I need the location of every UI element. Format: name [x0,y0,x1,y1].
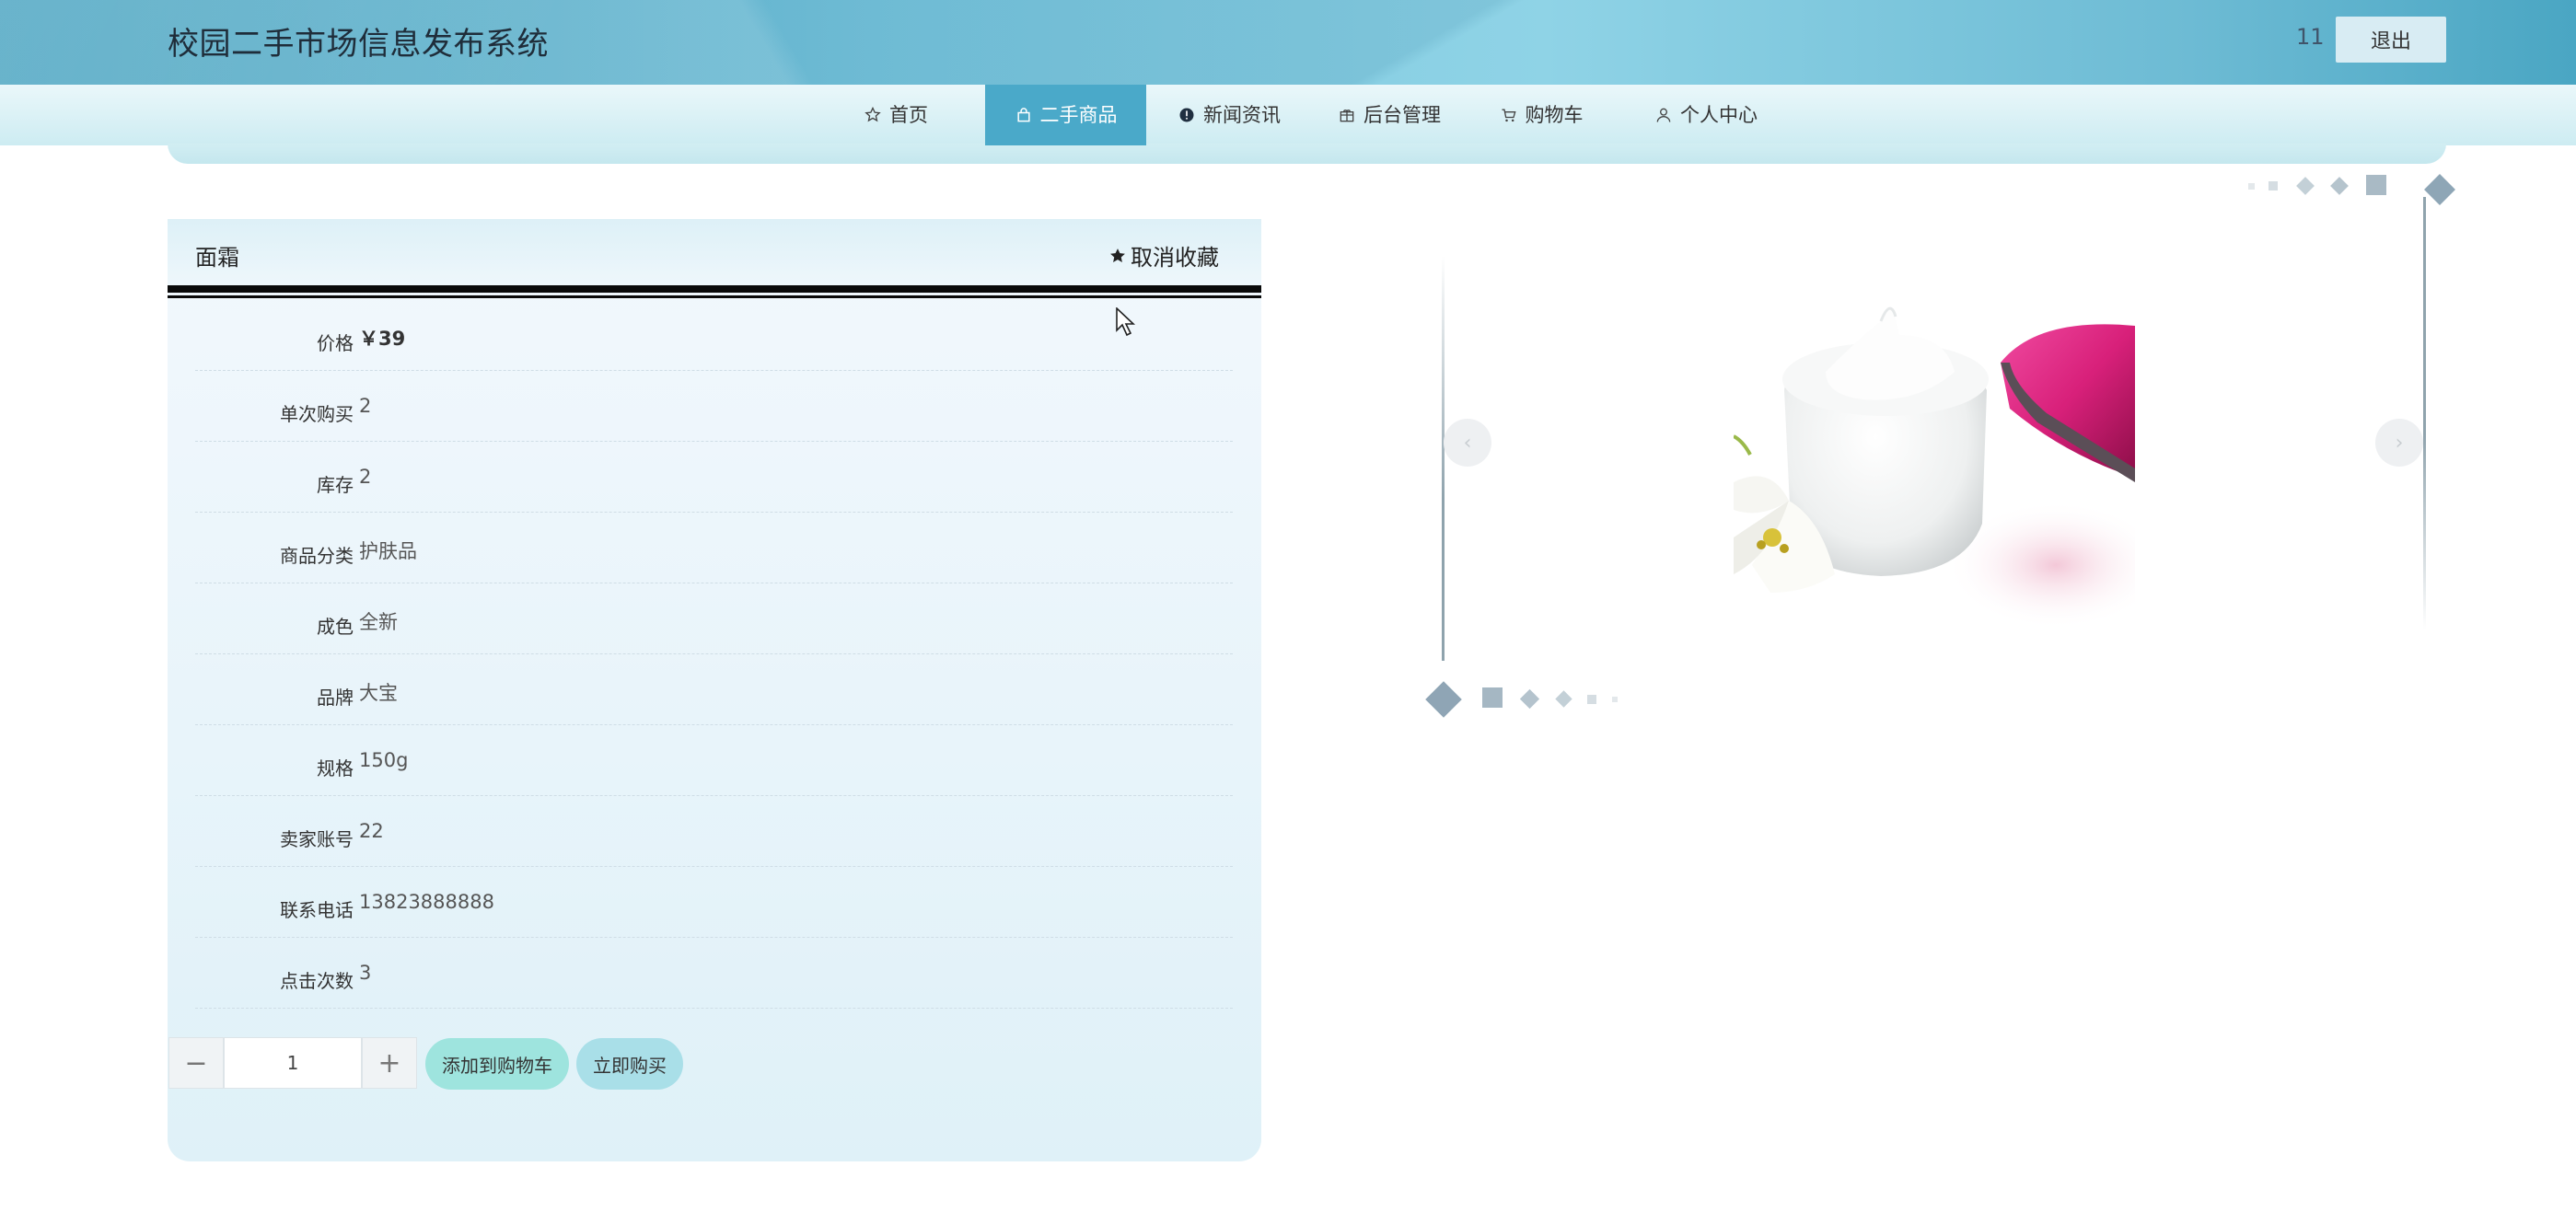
field-row-category: 商品分类 护肤品 [195,513,1233,583]
logout-button[interactable]: 退出 [2336,17,2446,63]
nav-item-home[interactable]: 首页 [845,85,946,145]
field-value: 3 [359,962,372,984]
decor-square [2248,183,2255,190]
field-value: 大宝 [359,682,398,704]
unfavorite-label: 取消收藏 [1131,245,1219,271]
field-value: ￥39 [359,328,406,350]
decor-diamond [1425,681,1462,718]
product-title: 面霜 [195,245,239,271]
decor-diamond [2296,177,2315,195]
field-row-price: 价格 ￥39 [195,300,1233,371]
cream-jar-image [1734,225,2135,661]
field-value: 2 [359,466,372,488]
nav-item-label: 个人中心 [1680,104,1758,126]
cart-icon [1502,109,1516,122]
nav-item-news[interactable]: 新闻资讯 [1169,85,1289,145]
field-row-seller: 卖家账号 22 [195,796,1233,867]
add-to-cart-button[interactable]: 添加到购物车 [425,1038,569,1090]
field-label: 单次购买 [280,403,354,425]
field-value: 150g [359,749,409,771]
field-row-brand: 品牌 大宝 [195,654,1233,725]
decor-diamond [1519,688,1540,710]
nav-item-label: 新闻资讯 [1203,104,1281,126]
field-row-phone: 联系电话 13823888888 [195,867,1233,938]
carousel-frame-line [1442,256,1445,661]
decor-diamond [1555,690,1572,708]
unfavorite-button[interactable]: 取消收藏 [1108,239,1219,271]
field-row-stock: 库存 2 [195,442,1233,513]
quantity-increase-button[interactable]: + [362,1037,417,1089]
nav-item-label: 后台管理 [1363,104,1441,126]
field-label: 库存 [317,474,354,496]
field-value: 13823888888 [359,891,494,913]
nav-item-products[interactable]: 二手商品 [985,85,1146,145]
site-header: 校园二手市场信息发布系统 11 退出 [0,0,2576,85]
product-image [1734,225,2135,661]
field-label: 联系电话 [280,899,354,921]
decor-square [2269,181,2278,191]
star-filled-icon [1110,248,1125,262]
field-row-spec: 规格 150g [195,725,1233,796]
field-row-per-purchase: 单次购买 2 [195,371,1233,442]
field-label: 点击次数 [280,970,354,992]
nav-item-profile[interactable]: 个人中心 [1648,85,1764,145]
gift-box-icon [1340,110,1354,122]
field-row-clicks: 点击次数 3 [195,938,1233,1009]
nav-item-label: 首页 [889,104,928,126]
mouse-cursor-icon [1116,307,1136,337]
bag-icon [1016,108,1030,122]
divider [168,285,1261,293]
quantity-input[interactable] [224,1037,362,1089]
username-label: 11 [2296,24,2325,50]
decor-square [1482,687,1503,708]
site-title: 校园二手市场信息发布系统 [168,26,549,63]
field-label: 规格 [317,757,354,779]
field-value: 护肤品 [359,540,417,562]
card-header: 面霜 取消收藏 [168,219,1261,285]
carousel-prev-button[interactable]: ‹ [1444,419,1491,467]
field-label: 价格 [317,332,354,354]
field-value: 22 [359,820,384,842]
decor-diamond [2330,177,2349,195]
info-circle-icon [1179,108,1194,122]
user-icon [1656,108,1671,122]
decor-square [1587,695,1596,704]
field-value: 2 [359,395,372,417]
field-label: 卖家账号 [280,828,354,850]
nav-item-cart[interactable]: 购物车 [1493,85,1589,145]
nav-item-label: 购物车 [1525,104,1584,126]
field-row-condition: 成色 全新 [195,583,1233,654]
decor-square [1612,697,1618,702]
nav-item-label: 二手商品 [1039,104,1118,126]
product-detail-card: 面霜 取消收藏 价格 ￥39 单次购买 2 库存 2 商品分类 护肤品 成色 全… [168,219,1261,1161]
decor-square [2366,175,2386,195]
field-label: 品牌 [317,687,354,709]
nav-underbar [168,144,2446,164]
carousel-frame-line [2423,197,2426,629]
nav-item-admin[interactable]: 后台管理 [1331,85,1447,145]
field-value: 全新 [359,611,398,633]
field-label: 商品分类 [280,545,354,567]
star-outline-icon [864,106,881,122]
divider [168,295,1261,298]
decor-diamond [2424,174,2455,205]
field-label: 成色 [317,616,354,638]
buy-now-button[interactable]: 立即购买 [576,1038,683,1090]
quantity-decrease-button[interactable]: − [168,1037,224,1089]
carousel-next-button[interactable]: › [2375,419,2423,467]
